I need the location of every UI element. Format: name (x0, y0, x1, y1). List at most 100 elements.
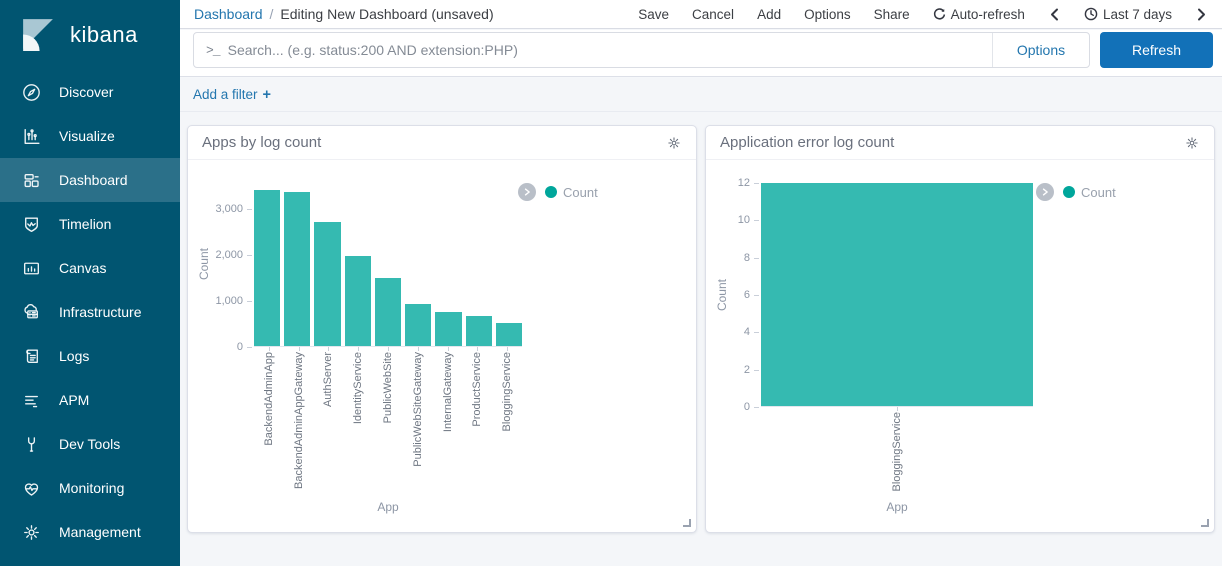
chevron-right-icon (1197, 8, 1206, 21)
x-tick-mark (299, 347, 300, 351)
panel-gear-icon[interactable] (1184, 135, 1200, 151)
y-tick-label: 2,000 (215, 249, 243, 261)
gear-icon (21, 522, 42, 543)
logo-text: kibana (70, 22, 138, 48)
y-tick-mark (754, 220, 759, 221)
wrench-icon (21, 434, 42, 455)
sidebar-item-management[interactable]: Management (0, 510, 180, 554)
time-forward-button[interactable] (1195, 8, 1208, 21)
clock-icon (1084, 7, 1098, 21)
legend: Count (1036, 183, 1116, 201)
sidebar-item-canvas[interactable]: Canvas (0, 246, 180, 290)
add-button[interactable]: Add (757, 7, 781, 22)
resize-handle-icon[interactable] (683, 519, 691, 527)
x-axis-title: App (761, 500, 1033, 514)
share-button[interactable]: Share (874, 7, 910, 22)
logs-scroll-icon (21, 346, 42, 367)
sidebar-item-logs[interactable]: Logs (0, 334, 180, 378)
x-tick-mark (388, 347, 389, 351)
resize-handle-icon[interactable] (1201, 519, 1209, 527)
x-tick-mark (507, 347, 508, 351)
breadcrumb-dashboard-link[interactable]: Dashboard (194, 6, 263, 22)
y-tick-mark (247, 255, 252, 256)
sidebar-item-dev-tools[interactable]: Dev Tools (0, 422, 180, 466)
query-options-link[interactable]: Options (992, 33, 1089, 67)
apm-lines-icon (21, 390, 42, 411)
panel-gear-icon[interactable] (666, 135, 682, 151)
legend-toggle-icon[interactable] (1036, 183, 1054, 201)
top-menu: Save Cancel Add Options Share Auto-refre… (638, 7, 1208, 22)
panel-header: Apps by log count (188, 126, 696, 160)
panel-header: Application error log count (706, 126, 1214, 160)
breadcrumb-separator: / (270, 6, 274, 22)
terminal-prompt-icon: >_ (194, 43, 228, 58)
kibana-logo[interactable]: kibana (0, 0, 180, 70)
y-tick-label: 10 (738, 214, 750, 226)
bar-chart-icon (21, 126, 42, 147)
legend-toggle-icon[interactable] (518, 183, 536, 201)
time-picker-button[interactable]: Last 7 days (1084, 7, 1172, 22)
chevron-left-icon (1050, 8, 1059, 21)
kibana-logo-icon (21, 18, 55, 52)
legend-dot-icon (545, 186, 557, 198)
legend-item-count[interactable]: Count (545, 185, 598, 200)
y-axis: 024681012 (761, 183, 1033, 407)
y-tick-mark (754, 370, 759, 371)
y-tick-label: 4 (744, 326, 750, 338)
x-axis-title: App (254, 500, 522, 514)
x-tick-mark (269, 347, 270, 351)
x-tick-label: BloggingService (501, 352, 513, 432)
y-tick-mark (247, 347, 252, 348)
y-axis-title: Count (196, 181, 212, 347)
heartbeat-icon (21, 478, 42, 499)
y-tick-label: 2 (744, 364, 750, 376)
add-filter-link[interactable]: Add a filter + (193, 87, 271, 103)
sidebar-item-timelion[interactable]: Timelion (0, 202, 180, 246)
y-axis: 01,0002,0003,000 (254, 181, 522, 347)
plus-icon: + (263, 87, 271, 103)
legend: Count (518, 183, 598, 201)
x-tick-mark (897, 407, 898, 411)
y-tick-mark (754, 407, 759, 408)
panel-title: Apps by log count (202, 134, 666, 151)
y-tick-mark (754, 258, 759, 259)
x-axis: BackendAdminAppBackendAdminAppGatewayAut… (254, 352, 522, 500)
time-back-button[interactable] (1048, 8, 1061, 21)
x-tick-label: BackendAdminAppGateway (293, 352, 305, 489)
canvas-frame-icon (21, 258, 42, 279)
options-button[interactable]: Options (804, 7, 851, 22)
legend-item-count[interactable]: Count (1063, 185, 1116, 200)
x-axis: BloggingService (761, 412, 1033, 500)
sidebar-item-infrastructure[interactable]: Infrastructure (0, 290, 180, 334)
y-tick-label: 8 (744, 252, 750, 264)
breadcrumb: Dashboard / Editing New Dashboard (unsav… (194, 6, 638, 22)
sidebar-item-apm[interactable]: APM (0, 378, 180, 422)
save-button[interactable]: Save (638, 7, 669, 22)
compass-icon (21, 82, 42, 103)
bar-chart: Count 024681012 BloggingService App Coun… (706, 160, 1214, 532)
search-box: >_ Options (193, 32, 1090, 68)
sidebar-item-monitoring[interactable]: Monitoring (0, 466, 180, 510)
y-tick-label: 12 (738, 177, 750, 189)
sidebar-item-discover[interactable]: Discover (0, 70, 180, 114)
y-tick-label: 6 (744, 289, 750, 301)
y-tick-mark (754, 332, 759, 333)
y-axis-title: Count (714, 183, 730, 407)
filter-bar: Add a filter + (180, 78, 1222, 112)
sidebar-item-visualize[interactable]: Visualize (0, 114, 180, 158)
x-tick-label: BackendAdminApp (263, 352, 275, 446)
sidebar-item-dashboard[interactable]: Dashboard (0, 158, 180, 202)
search-input[interactable] (228, 33, 992, 67)
refresh-arrow-icon (933, 8, 946, 21)
refresh-button[interactable]: Refresh (1100, 32, 1213, 68)
x-tick-label: ProductService (471, 352, 483, 427)
cancel-button[interactable]: Cancel (692, 7, 734, 22)
panel-title: Application error log count (720, 134, 1184, 151)
dashboard-grid-icon (21, 170, 42, 191)
auto-refresh-button[interactable]: Auto-refresh (933, 7, 1025, 22)
y-tick-label: 0 (744, 401, 750, 413)
y-tick-label: 0 (237, 341, 243, 353)
panel-application-error-log-count: Application error log count Count 024681… (705, 125, 1215, 533)
panel-apps-by-log-count: Apps by log count Count 01,0002,0003,000… (187, 125, 697, 533)
x-tick-label: BloggingService (891, 412, 903, 492)
